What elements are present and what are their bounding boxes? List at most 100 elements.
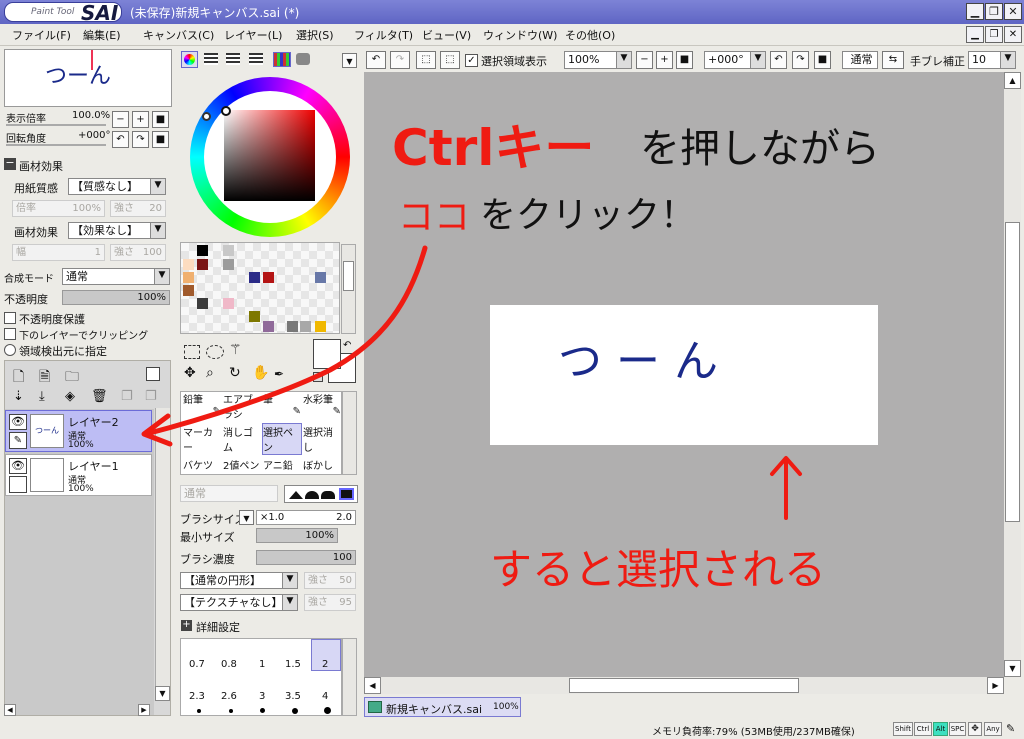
size-cell[interactable]: 0.8 <box>221 659 237 670</box>
show-selection-checkbox[interactable]: ✓ <box>465 54 478 67</box>
size-cell[interactable]: 1 <box>259 659 265 670</box>
menu-window[interactable]: ウィンドウ(W) <box>483 27 557 43</box>
size-grid-scrollbar[interactable] <box>342 638 357 716</box>
brush-texture-dropdown[interactable]: 【テクスチャなし】 ▼ <box>180 594 298 611</box>
expand-icon[interactable]: + <box>181 620 192 631</box>
flip-horizontal-icon[interactable]: ⇆ <box>882 51 904 69</box>
color-picker-handle[interactable] <box>221 106 231 116</box>
menu-canvas[interactable]: キャンバス(C) <box>143 27 214 43</box>
new-layer-icon[interactable]: 🗋 <box>13 366 24 390</box>
edge-medium-icon[interactable] <box>305 491 319 499</box>
texture-dropdown[interactable]: 【質感なし】 ▼ <box>68 178 166 195</box>
rotate-left-button[interactable]: ↶ <box>112 131 129 148</box>
rotate-value[interactable]: +000° <box>78 130 110 141</box>
detect-source-radio[interactable] <box>4 344 16 356</box>
new-folder-icon[interactable]: 🗀 <box>65 366 79 390</box>
rotate-slider[interactable] <box>6 144 106 146</box>
scroll-left-icon[interactable]: ◀ <box>4 704 16 716</box>
mdi-minimize-button[interactable]: ▁ <box>966 26 984 43</box>
menu-edit[interactable]: 編集(E) <box>83 27 121 43</box>
restore-button[interactable]: ❐ <box>985 3 1003 20</box>
canvas-mode-button[interactable]: 通常 <box>842 51 878 69</box>
scratchpad-tab[interactable] <box>296 53 310 65</box>
size-cell[interactable]: 3 <box>259 691 265 702</box>
min-size-slider[interactable]: 100% <box>256 528 338 543</box>
hue-handle[interactable] <box>202 112 211 121</box>
scroll-down-icon[interactable]: ▼ <box>1004 660 1021 677</box>
invert-selection-icon[interactable]: ⬚ <box>440 51 460 69</box>
mdi-close-button[interactable]: ✕ <box>1004 26 1022 43</box>
edge-square-icon[interactable] <box>339 488 354 500</box>
size-cell[interactable]: 2 <box>322 659 328 670</box>
eye-icon[interactable]: 👁 <box>9 458 27 474</box>
lock-toggle[interactable] <box>9 476 27 493</box>
close-button[interactable]: ✕ <box>1004 3 1022 20</box>
menu-file[interactable]: ファイル(F) <box>12 27 71 43</box>
canvas-zoom-reset-button[interactable]: ■ <box>676 51 693 69</box>
menu-select[interactable]: 選択(S) <box>296 27 334 43</box>
undo-icon[interactable]: ↶ <box>366 51 386 69</box>
size-cell[interactable]: 0.7 <box>189 659 205 670</box>
document-tab[interactable]: 新規キャンバス.sai 100% <box>364 697 521 717</box>
size-cell[interactable]: 4 <box>322 691 328 702</box>
canvas-rotate-right-button[interactable]: ↷ <box>792 51 809 69</box>
brush-edge-selector[interactable] <box>284 485 358 503</box>
chevron-down-icon[interactable]: ▼ <box>239 510 254 525</box>
zoom-in-button[interactable]: + <box>132 111 149 128</box>
canvas-vertical-scrollbar[interactable]: ▲ ▼ <box>1004 72 1021 677</box>
scroll-down-icon[interactable]: ▼ <box>155 686 170 701</box>
canvas-rotate-reset-button[interactable]: ■ <box>814 51 831 69</box>
horizontal-scroll-thumb[interactable] <box>569 678 799 693</box>
canvas-zoom-in-button[interactable]: + <box>656 51 673 69</box>
rotate-reset-button[interactable]: ■ <box>152 131 169 148</box>
brush-density-slider[interactable]: 100 <box>256 550 356 565</box>
layer-list-scrollbar[interactable] <box>155 408 170 698</box>
vertical-scroll-thumb[interactable] <box>1005 222 1020 522</box>
swatch-tab[interactable] <box>273 52 291 67</box>
drawing-canvas[interactable]: つーん <box>490 305 878 445</box>
collapse-icon[interactable]: − <box>4 157 16 170</box>
scroll-up-icon[interactable]: ▲ <box>1004 72 1021 89</box>
minimize-button[interactable]: ▁ <box>966 3 984 20</box>
size-cell[interactable]: 2.3 <box>189 691 205 702</box>
edge-hard-icon[interactable] <box>289 491 303 499</box>
size-cell[interactable]: 1.5 <box>285 659 301 670</box>
scroll-left-icon[interactable]: ◀ <box>364 677 381 694</box>
eye-icon[interactable]: 👁 <box>9 414 27 430</box>
clipping-checkbox[interactable] <box>4 328 16 340</box>
size-cell[interactable]: 3.5 <box>285 691 301 702</box>
scroll-right-icon[interactable]: ▶ <box>138 704 150 716</box>
rgb-slider-tab[interactable] <box>204 53 218 65</box>
zoom-value[interactable]: 100.0% <box>72 110 110 121</box>
effect-dropdown[interactable]: 【効果なし】 ▼ <box>68 222 166 239</box>
size-cell[interactable]: 2.6 <box>221 691 237 702</box>
gradient-tab[interactable] <box>249 53 263 65</box>
menu-other[interactable]: その他(O) <box>565 27 615 43</box>
edge-soft-icon[interactable] <box>321 491 335 499</box>
saturation-value-square[interactable] <box>224 110 315 201</box>
new-linked-layer-icon[interactable]: 🗎 <box>39 366 50 390</box>
layer-row[interactable]: 👁 ✎ つーん レイヤー2 通常 100% <box>5 410 152 452</box>
scroll-right-icon[interactable]: ▶ <box>987 677 1004 694</box>
tool-blur[interactable]: ぼかし <box>302 456 341 474</box>
stabilizer-dropdown[interactable]: 10 ▼ <box>968 51 1016 69</box>
clear-layer-icon[interactable]: ◈ <box>65 389 75 404</box>
protect-opacity-checkbox[interactable] <box>4 312 16 324</box>
color-wheel-tab[interactable] <box>181 51 198 68</box>
zoom-reset-button[interactable]: ■ <box>152 111 169 128</box>
canvas-rotate-left-button[interactable]: ↶ <box>770 51 787 69</box>
mdi-restore-button[interactable]: ❐ <box>985 26 1003 43</box>
transfer-down-icon[interactable]: ⇣ <box>13 389 24 404</box>
brush-shape-dropdown[interactable]: 【通常の円形】 ▼ <box>180 572 298 589</box>
rotate-right-button[interactable]: ↷ <box>132 131 149 148</box>
detail-settings-label[interactable]: 詳細設定 <box>196 619 240 635</box>
chevron-down-icon[interactable]: ▼ <box>342 53 357 68</box>
tool-bucket[interactable]: バケツ <box>182 456 222 474</box>
canvas-zoom-out-button[interactable]: − <box>636 51 653 69</box>
brush-size-slider[interactable]: ×1.0 2.0 <box>256 510 356 525</box>
brush-icon[interactable]: ✎ <box>9 432 27 449</box>
navigator-preview[interactable]: つーん <box>4 49 172 107</box>
zoom-slider[interactable] <box>6 124 106 126</box>
menu-filter[interactable]: フィルタ(T) <box>354 27 413 43</box>
canvas-horizontal-scrollbar[interactable]: ◀ ▶ <box>364 677 1004 694</box>
